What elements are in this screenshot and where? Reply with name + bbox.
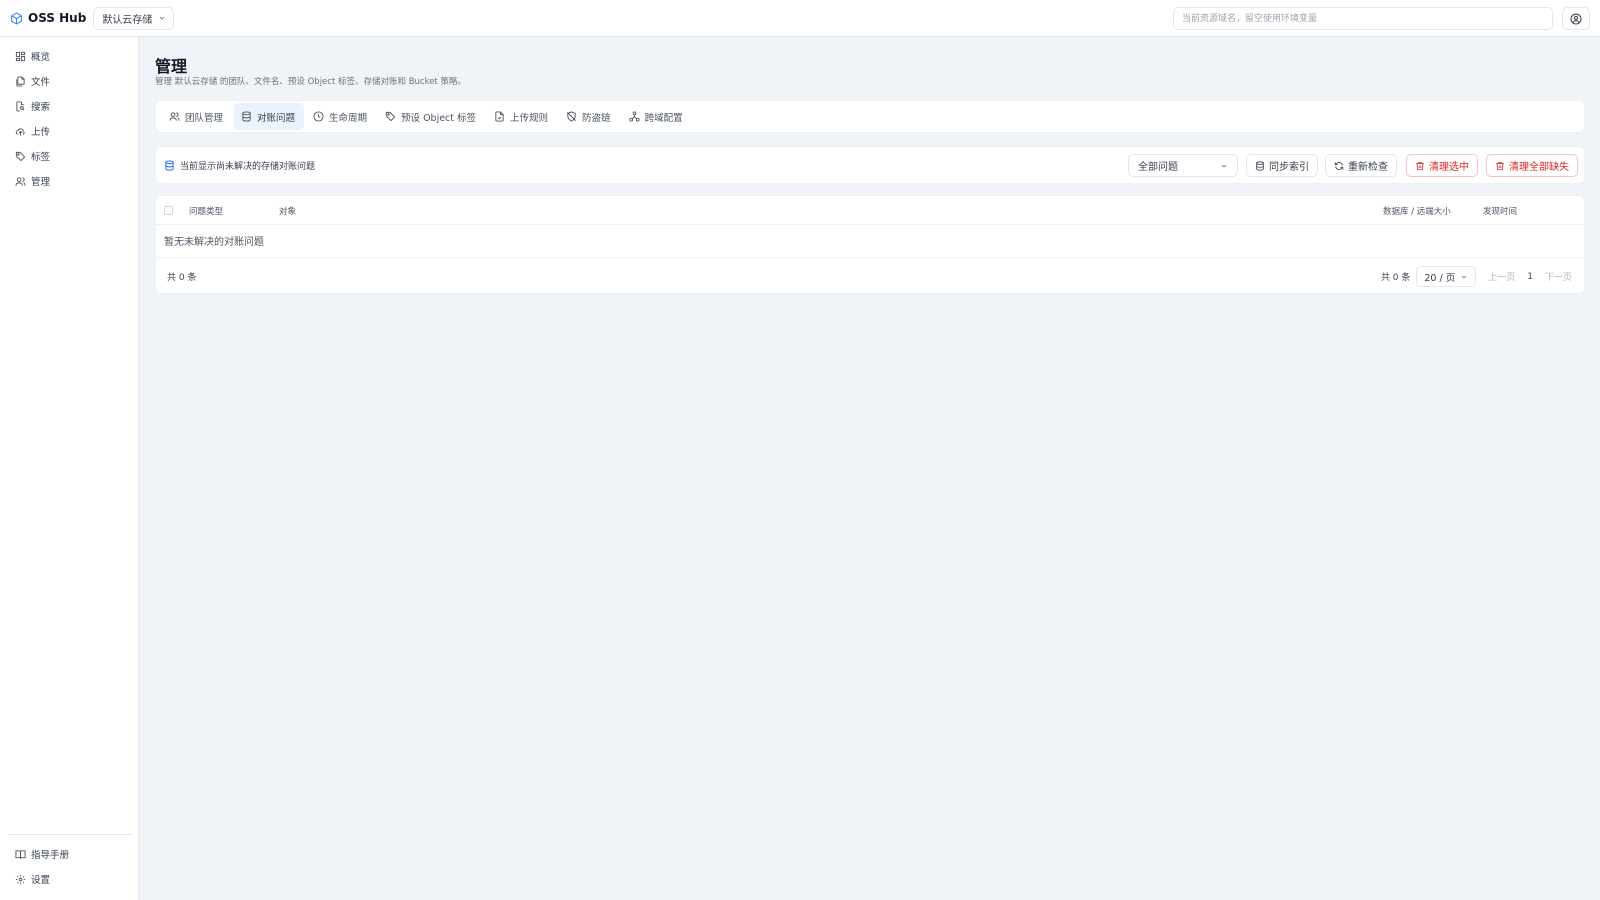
- select-all-checkbox[interactable]: [164, 206, 173, 215]
- sidebar-item-guide[interactable]: 指导手册: [8, 843, 132, 865]
- column-header-size[interactable]: 数据库 / 远端大小: [1383, 196, 1451, 225]
- tab-label: 团队管理: [185, 112, 224, 124]
- database-icon: [164, 159, 175, 171]
- sidebar-item-label: 设置: [31, 875, 51, 886]
- issue-filter-value: 全部问题: [1138, 162, 1178, 173]
- tab-upload-rules[interactable]: 上传规则: [487, 103, 557, 130]
- refresh-icon: [1334, 161, 1344, 171]
- tab-label: 对账问题: [257, 112, 296, 124]
- table-header: 问题类型 对象 数据库 / 远端大小 发现时间: [156, 196, 1584, 225]
- tab-team[interactable]: 团队管理: [162, 103, 232, 130]
- user-circle-icon: [1570, 13, 1582, 25]
- reconciliation-table: 问题类型 对象 数据库 / 远端大小 发现时间 暂无未解决的对账问题 共 0 条…: [155, 195, 1585, 294]
- trash-icon: [1495, 161, 1505, 171]
- account-button[interactable]: [1562, 7, 1590, 30]
- sidebar-item-label: 管理: [31, 177, 51, 188]
- sidebar-item-files[interactable]: 文件: [8, 70, 132, 92]
- tab-lifecycle[interactable]: 生命周期: [306, 103, 376, 130]
- column-header-time[interactable]: 发现时间: [1483, 196, 1517, 225]
- search-file-icon: [15, 100, 26, 112]
- pager-total: 共 0 条: [1380, 273, 1411, 283]
- users-icon: [169, 111, 180, 122]
- gear-icon: [15, 874, 26, 885]
- sidebar-item-settings[interactable]: 设置: [8, 868, 132, 890]
- issue-filter-select[interactable]: 全部问题: [1128, 154, 1238, 177]
- sidebar-item-tags[interactable]: 标签: [8, 145, 132, 167]
- tab-preset-object-tags[interactable]: 预设 Object 标签: [378, 103, 485, 130]
- resource-domain-input[interactable]: [1173, 7, 1553, 30]
- storage-selector-label: 默认云存储: [102, 14, 153, 26]
- page-title: 管理: [155, 57, 188, 76]
- sidebar-divider: [8, 834, 132, 835]
- tab-label: 跨域配置: [644, 112, 683, 124]
- sync-index-button[interactable]: 同步索引: [1246, 154, 1318, 177]
- sidebar-item-label: 文件: [31, 77, 51, 88]
- prev-page-button[interactable]: 上一页: [1488, 270, 1515, 283]
- database-icon: [241, 111, 252, 122]
- column-header-type[interactable]: 问题类型: [189, 196, 223, 225]
- sidebar-item-label: 概览: [31, 52, 51, 63]
- tab-hotlink-protection[interactable]: 防盗链: [559, 103, 620, 130]
- page-size-value: 20 / 页: [1424, 272, 1456, 284]
- reconciliation-toolbar: 当前显示尚未解决的存储对账问题 全部问题 同步索引 重新检查 清理选中 清理全部…: [155, 146, 1585, 184]
- brand[interactable]: OSS Hub: [10, 11, 86, 25]
- chevron-down-icon: [158, 14, 166, 22]
- shield-off-icon: [566, 111, 577, 122]
- file-rule-icon: [494, 111, 505, 122]
- sidebar-item-overview[interactable]: 概览: [8, 45, 132, 67]
- recheck-label: 重新检查: [1348, 162, 1388, 173]
- tab-reconciliation[interactable]: 对账问题: [234, 103, 305, 130]
- page-size-select[interactable]: 20 / 页: [1416, 266, 1477, 287]
- tab-label: 防盗链: [582, 112, 611, 124]
- column-header-object[interactable]: 对象: [279, 196, 296, 225]
- chevron-down-icon: [1220, 162, 1228, 170]
- sync-index-label: 同步索引: [1269, 162, 1309, 173]
- tags-icon: [15, 151, 26, 162]
- pagination: 共 0 条 20 / 页 上一页 1 下一页: [1381, 258, 1572, 295]
- files-icon: [15, 75, 26, 87]
- dashboard-icon: [15, 51, 26, 62]
- cube-logo-icon: [10, 12, 23, 25]
- upload-cloud-icon: [15, 126, 26, 137]
- toolbar-note: 当前显示尚未解决的存储对账问题: [164, 147, 315, 183]
- tab-cors[interactable]: 跨域配置: [622, 103, 692, 130]
- management-tabs: 团队管理 对账问题 生命周期 预设 Object 标签 上传规则 防盗链 跨域配…: [155, 100, 1585, 133]
- clear-selected-button[interactable]: 清理选中: [1406, 154, 1478, 177]
- toolbar-note-text: 当前显示尚未解决的存储对账问题: [180, 161, 316, 172]
- footer-total: 共 0 条: [167, 273, 197, 283]
- clock-icon: [313, 111, 324, 122]
- recheck-button[interactable]: 重新检查: [1325, 154, 1397, 177]
- sidebar-item-label: 上传: [31, 127, 51, 138]
- brand-name: OSS Hub: [28, 11, 87, 25]
- chevron-down-icon: [1460, 273, 1468, 281]
- clear-all-missing-button[interactable]: 清理全部缺失: [1486, 154, 1578, 177]
- sidebar-item-label: 搜索: [31, 102, 51, 113]
- clear-selected-label: 清理选中: [1429, 162, 1469, 173]
- sidebar-item-manage[interactable]: 管理: [8, 170, 132, 192]
- tab-label: 预设 Object 标签: [401, 112, 477, 124]
- sidebar-item-label: 指导手册: [31, 850, 70, 861]
- book-icon: [15, 849, 26, 860]
- sidebar-item-label: 标签: [31, 152, 51, 163]
- tab-label: 生命周期: [329, 112, 368, 124]
- page-description: 管理 默认云存储 的团队、文件名、预设 Object 标签、存储对账和 Buck…: [155, 77, 466, 87]
- tab-label: 上传规则: [510, 112, 549, 124]
- network-icon: [629, 111, 640, 122]
- sidebar-item-upload[interactable]: 上传: [8, 120, 132, 142]
- clear-all-missing-label: 清理全部缺失: [1509, 162, 1569, 173]
- table-empty-state: 暂无未解决的对账问题: [164, 237, 264, 248]
- current-page-number[interactable]: 1: [1527, 272, 1533, 282]
- top-bar: OSS Hub 默认云存储: [0, 0, 1600, 37]
- trash-icon: [1415, 161, 1425, 171]
- select-all-cell: [164, 196, 173, 225]
- sidebar: 概览 文件 搜索 上传 标签 管理 指导手册 设置: [0, 37, 139, 900]
- storage-selector[interactable]: 默认云存储: [93, 6, 175, 30]
- database-icon: [1255, 160, 1265, 171]
- table-footer: 共 0 条 共 0 条 20 / 页 上一页 1 下一页: [156, 257, 1584, 294]
- sidebar-item-search[interactable]: 搜索: [8, 95, 132, 117]
- users-icon: [15, 176, 26, 187]
- next-page-button[interactable]: 下一页: [1545, 270, 1572, 283]
- tags-icon: [385, 111, 396, 122]
